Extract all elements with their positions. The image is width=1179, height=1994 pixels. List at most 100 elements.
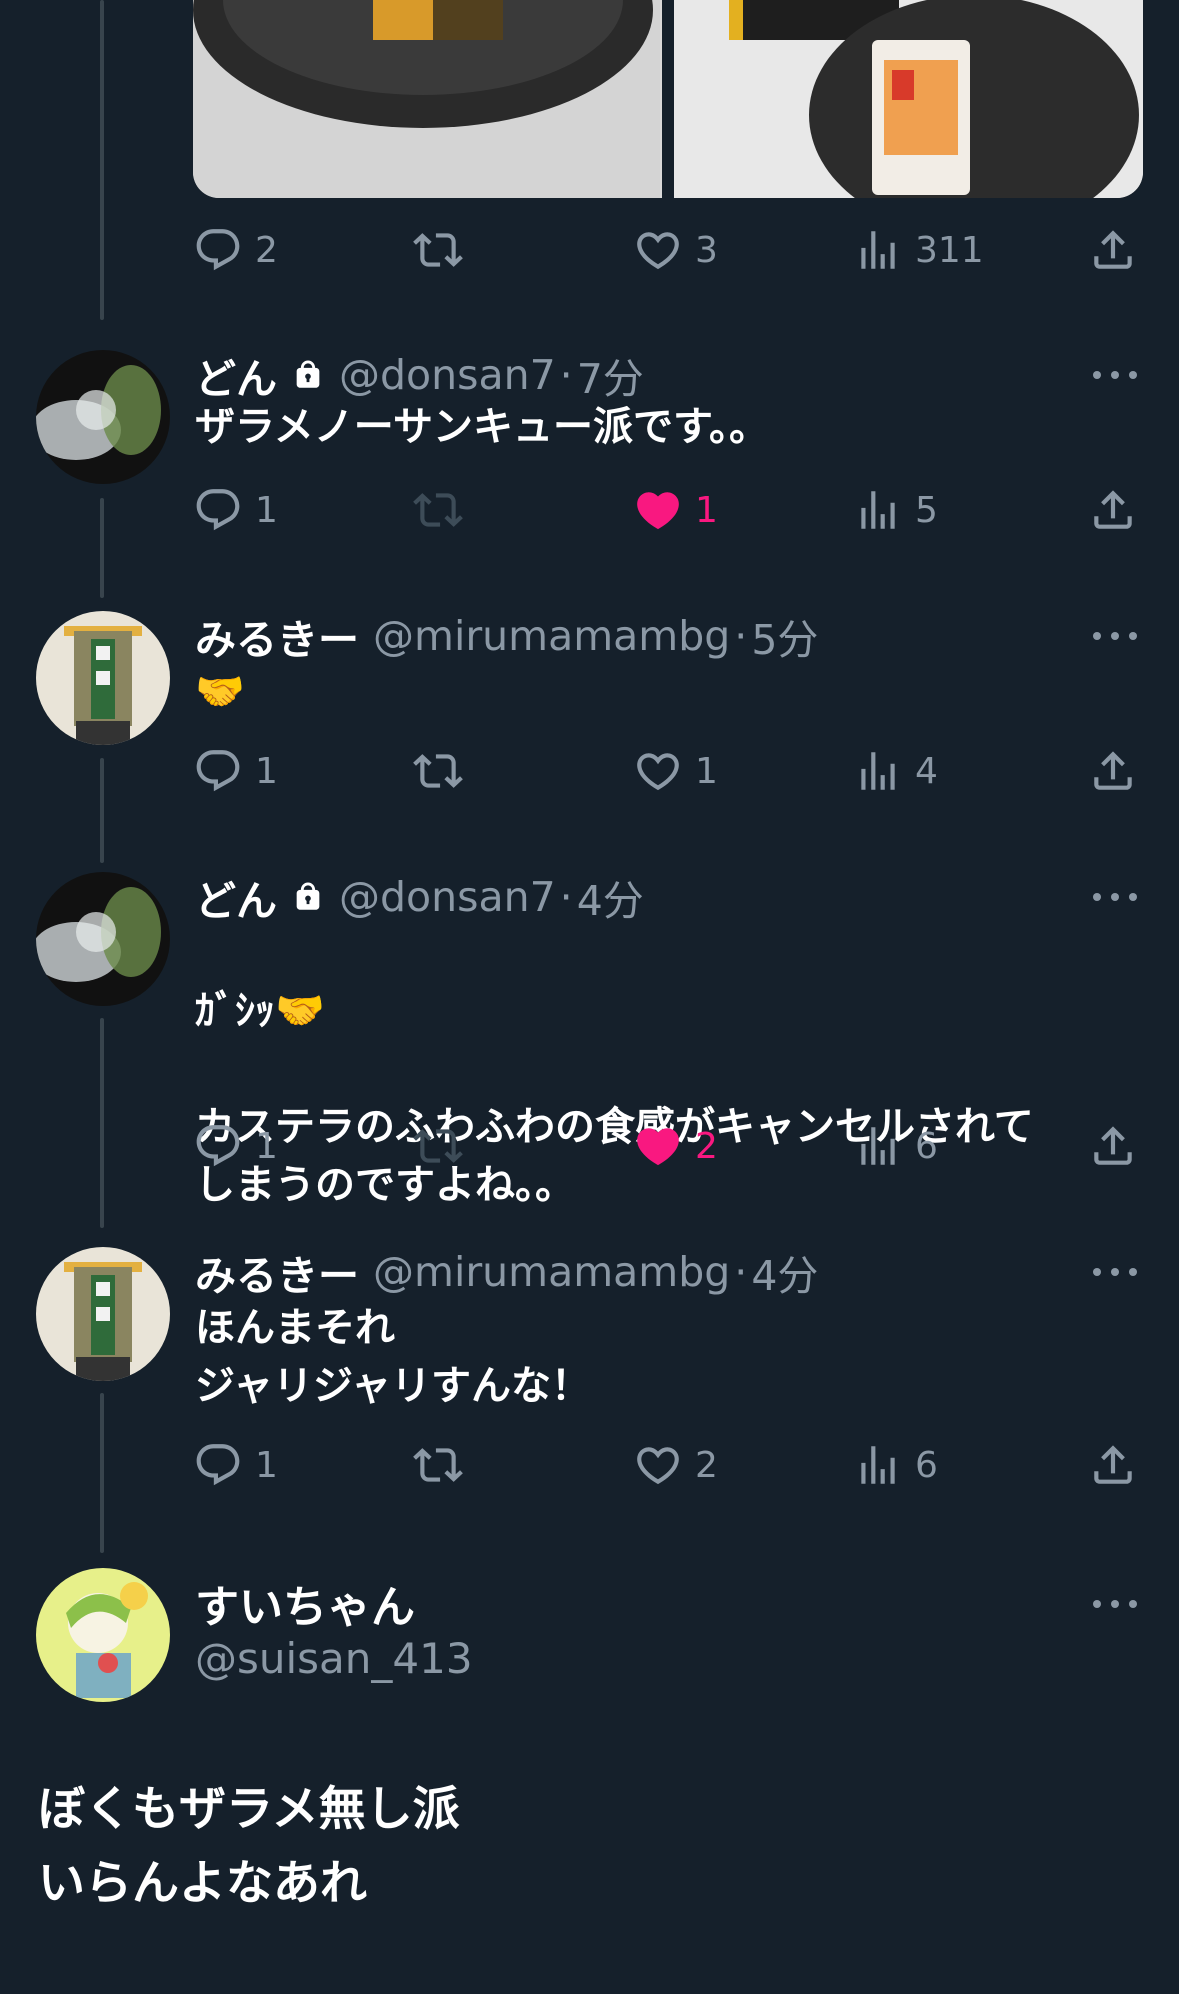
retweet-icon [413, 1440, 463, 1490]
timestamp[interactable]: 4分 [751, 1242, 818, 1302]
tweet-text: ｶﾞｼｯ🤝 カステラのふわふわの食感がキャンセルされて しまうのですよね。。 [195, 924, 1034, 1272]
retweet-button [413, 1116, 463, 1176]
reply-button[interactable]: 2 [193, 220, 278, 280]
handshake-emoji-icon: 🤝 [275, 988, 325, 1034]
lock-icon [296, 882, 320, 910]
tweet-header: どん @donsan7 · 4分 [195, 872, 644, 925]
like-button[interactable]: 1 [633, 741, 718, 801]
tweet-header: どん @donsan7 · 7分 [195, 350, 644, 403]
more-icon [1093, 1268, 1101, 1276]
tweet-text-line: ｶﾞｼｯ🤝 [195, 982, 1034, 1040]
avatar[interactable] [36, 350, 170, 484]
more-button[interactable] [1093, 369, 1137, 381]
views-count: 4 [915, 750, 938, 792]
like-count: 2 [695, 1125, 718, 1167]
lock-icon [296, 360, 320, 388]
views-icon [853, 485, 903, 535]
separator: · [559, 873, 573, 921]
tweet-header: みるきー @mirumamambg · 5分 [195, 611, 818, 664]
reply-count: 1 [255, 750, 278, 792]
display-name[interactable]: みるきー [195, 606, 359, 666]
reply-button[interactable]: 1 [193, 480, 278, 540]
tweet-actions: 1 2 6 [193, 1435, 1143, 1495]
avatar[interactable] [36, 872, 170, 1006]
user-handle[interactable]: @mirumamambg [373, 1248, 730, 1296]
reply-count: 1 [255, 1125, 278, 1167]
avatar[interactable] [36, 1568, 170, 1702]
views-button[interactable]: 6 [853, 1435, 938, 1495]
media-image-castella-package[interactable] [674, 0, 1143, 198]
share-button[interactable] [1088, 220, 1138, 280]
reply-icon [193, 1121, 243, 1171]
user-handle[interactable]: @suisan_413 [195, 1633, 473, 1683]
share-button[interactable] [1088, 480, 1138, 540]
reply-icon [193, 485, 243, 535]
tweet-text: ほんまそれ ジャリジャリすんな！ [195, 1305, 591, 1409]
tweet-actions: 1 1 5 [193, 480, 1143, 540]
display-name[interactable]: みるきー [195, 1242, 359, 1302]
tweet-actions: 1 2 6 [193, 1116, 1143, 1176]
separator: · [734, 1248, 748, 1296]
like-button[interactable]: 1 [633, 480, 718, 540]
timestamp[interactable]: 4分 [577, 867, 644, 927]
user-handle[interactable]: @donsan7 [339, 351, 556, 399]
gashi-text: ｶﾞｼｯ [195, 988, 275, 1034]
retweet-icon [413, 1121, 463, 1171]
reply-button[interactable]: 1 [193, 1116, 278, 1176]
like-count: 1 [695, 489, 718, 531]
views-button[interactable]: 311 [853, 220, 984, 280]
thread-line [100, 758, 104, 863]
reply-button[interactable]: 1 [193, 1435, 278, 1495]
more-button[interactable] [1093, 630, 1137, 642]
tweet-header: みるきー @mirumamambg · 4分 [195, 1247, 818, 1300]
more-button[interactable] [1093, 1266, 1137, 1278]
display-name[interactable]: すいちゃん [195, 1578, 415, 1633]
separator: · [734, 612, 748, 660]
media-grid[interactable] [193, 0, 1143, 198]
like-count: 3 [695, 229, 718, 271]
media-image-castella-plate[interactable] [193, 0, 662, 198]
more-icon [1093, 1600, 1101, 1608]
avatar[interactable] [36, 1247, 170, 1381]
like-button[interactable]: 2 [633, 1116, 718, 1176]
like-button[interactable]: 3 [633, 220, 718, 280]
views-count: 6 [915, 1125, 938, 1167]
thread-line [100, 498, 104, 598]
user-handle[interactable]: @mirumamambg [373, 612, 730, 660]
share-icon [1088, 1440, 1138, 1490]
reply-icon [193, 746, 243, 796]
retweet-icon [413, 746, 463, 796]
liked-icon [633, 485, 683, 535]
more-button[interactable] [1093, 1598, 1137, 1610]
retweet-button[interactable] [413, 220, 463, 280]
like-icon [633, 1440, 683, 1490]
retweet-button[interactable] [413, 1435, 463, 1495]
like-count: 1 [695, 750, 718, 792]
more-button[interactable] [1093, 891, 1137, 903]
reply-count: 1 [255, 1444, 278, 1486]
views-icon [853, 1440, 903, 1490]
like-button[interactable]: 2 [633, 1435, 718, 1495]
share-button[interactable] [1088, 1435, 1138, 1495]
reply-icon [193, 225, 243, 275]
views-button[interactable]: 6 [853, 1116, 938, 1176]
user-handle[interactable]: @donsan7 [339, 873, 556, 921]
display-name[interactable]: どん [195, 345, 277, 405]
display-name[interactable]: どん [195, 867, 277, 927]
views-icon [853, 225, 903, 275]
reply-button[interactable]: 1 [193, 741, 278, 801]
retweet-button[interactable] [413, 741, 463, 801]
share-button[interactable] [1088, 741, 1138, 801]
reply-icon [193, 1440, 243, 1490]
timestamp[interactable]: 7分 [577, 345, 644, 405]
timestamp[interactable]: 5分 [751, 606, 818, 666]
views-icon [853, 746, 903, 796]
retweet-icon [413, 225, 463, 275]
views-button[interactable]: 5 [853, 480, 938, 540]
avatar[interactable] [36, 611, 170, 745]
tweet-text: ザラメノーサンキュー派です。。 [195, 404, 769, 450]
views-button[interactable]: 4 [853, 741, 938, 801]
thread-line [100, 0, 104, 320]
thread-line [100, 1393, 104, 1553]
share-button[interactable] [1088, 1116, 1138, 1176]
